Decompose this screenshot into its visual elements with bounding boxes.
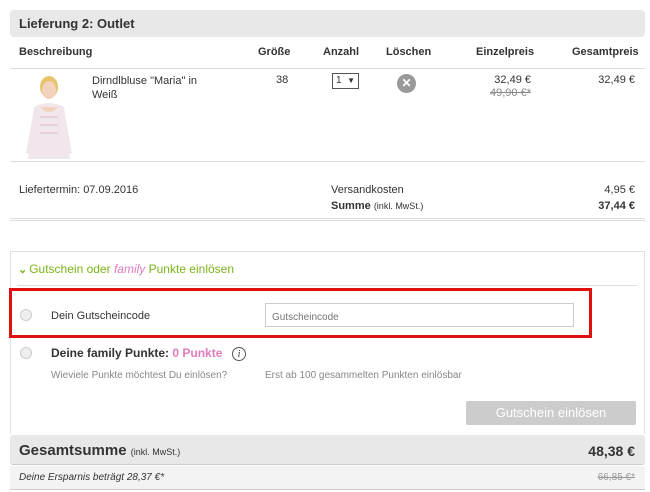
voucher-code-input[interactable]	[265, 303, 574, 327]
col-total-price: Gesamtpreis	[572, 46, 639, 58]
voucher-code-label: Dein Gutscheincode	[51, 310, 151, 322]
quantity-select[interactable]: 1 ▼	[332, 73, 359, 89]
unit-price-current: 32,49 €	[494, 74, 531, 86]
grand-total-row: Gesamtsumme (inkl. MwSt.) 48,38 €	[10, 435, 645, 465]
close-icon: ✕	[401, 76, 412, 90]
delivery-summary: Liefertermin: 07.09.2016 Versandkosten S…	[10, 163, 645, 221]
col-description: Beschreibung	[19, 46, 93, 58]
chevron-down-icon: ⌄	[18, 264, 28, 276]
unit-price-old: 49,90 €*	[490, 87, 531, 99]
voucher-toggle[interactable]: ⌄ Gutschein oder family Punkte einlösen	[18, 262, 234, 276]
family-points-label: Deine family Punkte: 0 Punkte	[51, 346, 223, 360]
points-note: Erst ab 100 gesammelten Punkten einlösba…	[265, 370, 462, 381]
savings-label: Deine Ersparnis beträgt 28,37 €*	[19, 472, 165, 483]
cart-item-row: Dirndlbluse "Maria" in Weiß 38 1 ▼ ✕ 32,…	[10, 70, 645, 162]
savings-row: Deine Ersparnis beträgt 28,37 €* 66,85 €…	[10, 466, 645, 490]
divider	[17, 285, 637, 286]
family-points-radio[interactable]	[20, 347, 32, 359]
shipping-value: 4,95 €	[604, 184, 635, 196]
item-size: 38	[276, 74, 289, 86]
product-name[interactable]: Dirndlbluse "Maria" in Weiß	[92, 74, 222, 102]
sum-value: 37,44 €	[598, 200, 635, 212]
grand-total-label: Gesamtsumme (inkl. MwSt.)	[19, 442, 181, 459]
family-label: family	[113, 262, 146, 276]
item-total-price: 32,49 €	[598, 74, 635, 86]
shipping-label: Versandkosten	[331, 184, 404, 196]
savings-old-total: 66,85 €*	[597, 472, 635, 483]
sum-label: Summe (inkl. MwSt.)	[331, 200, 424, 212]
col-delete: Löschen	[386, 46, 432, 58]
delete-item-button[interactable]: ✕	[397, 74, 416, 93]
points-value: 0 Punkte	[172, 346, 223, 360]
delivery-date: Liefertermin: 07.09.2016	[19, 184, 139, 196]
chevron-down-icon: ▼	[347, 76, 355, 85]
col-unit-price: Einzelpreis	[476, 46, 535, 58]
unit-price: 32,49 € 49,90 €*	[490, 74, 531, 100]
column-headers: Beschreibung Größe Anzahl Löschen Einzel…	[10, 45, 645, 69]
sum-note: (inkl. MwSt.)	[373, 201, 424, 211]
grand-total-value: 48,38 €	[588, 443, 635, 459]
col-size: Größe	[258, 46, 291, 58]
col-quantity: Anzahl	[323, 46, 360, 58]
info-icon[interactable]: i	[232, 347, 246, 361]
points-question: Wieviele Punkte möchtest Du einlösen?	[51, 370, 228, 381]
grand-total-note: (inkl. MwSt.)	[130, 447, 181, 457]
redeem-voucher-button[interactable]: Gutschein einlösen	[466, 401, 636, 425]
delivery-title: Lieferung 2: Outlet	[10, 10, 645, 37]
quantity-value: 1	[336, 75, 342, 86]
product-image[interactable]	[20, 73, 78, 159]
